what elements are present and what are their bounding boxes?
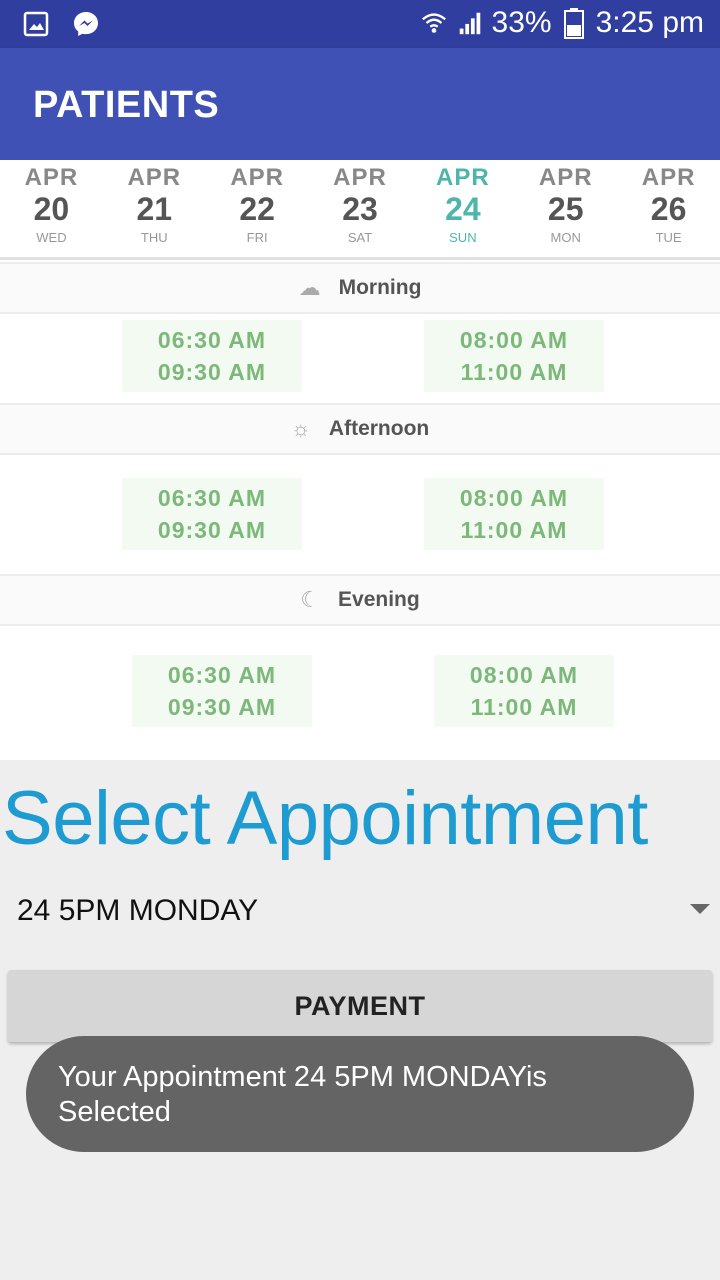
signal-icon <box>456 9 484 37</box>
date-day: 23 <box>342 191 378 227</box>
spinner-value: 24 5PM MONDAY <box>17 894 259 927</box>
sun-icon: ☼ <box>290 416 311 441</box>
period-label: Morning <box>338 276 422 299</box>
date-day: 21 <box>136 191 173 227</box>
app-bar: PATIENTS <box>0 48 720 160</box>
time-slot[interactable]: 08:00 AM 11:00 AM <box>424 478 604 550</box>
time-slot[interactable]: 08:00 AM 11:00 AM <box>424 320 604 392</box>
wifi-icon <box>420 9 448 37</box>
date-weekday: SAT <box>347 230 373 245</box>
period-header-afternoon: ☼ Afternoon <box>0 403 720 455</box>
date-cell[interactable]: APR 20 WED <box>0 160 103 257</box>
app-title: PATIENTS <box>33 84 220 126</box>
time-slot[interactable]: 06:30 AM 09:30 AM <box>122 320 302 392</box>
date-day: 20 <box>33 191 70 227</box>
period-label: Evening <box>338 588 420 611</box>
date-day: 24 <box>445 191 481 227</box>
slots-afternoon: 06:30 AM 09:30 AM 08:00 AM 11:00 AM <box>0 478 720 578</box>
date-day: 25 <box>547 191 584 227</box>
gallery-icon <box>22 10 50 38</box>
date-month: APR <box>641 164 696 191</box>
date-day: 22 <box>239 191 275 227</box>
date-weekday: FRI <box>246 230 268 245</box>
messenger-icon <box>72 10 100 38</box>
date-strip: APR 20 WED APR 21 THU APR 22 FRI APR 23 SAT APR 24 SUN… <box>0 160 720 260</box>
date-weekday: TUE <box>655 230 682 245</box>
appointment-spinner[interactable]: 24 5PM MONDAY <box>0 880 720 944</box>
date-month: APR <box>230 164 284 191</box>
date-weekday: SUN <box>449 230 477 245</box>
sunrise-icon: ☁ <box>298 275 321 300</box>
select-appointment-title: Select Appointment <box>2 776 648 861</box>
time-slot[interactable]: 06:30 AM 09:30 AM <box>122 478 302 550</box>
date-day: 26 <box>650 191 687 227</box>
date-weekday: WED <box>36 230 67 245</box>
status-bar: 33% 3:25 pm <box>0 0 720 48</box>
date-month: APR <box>127 164 182 191</box>
toast-message: Your Appointment 24 5PM MONDAYis Selecte… <box>26 1036 694 1152</box>
date-month: APR <box>24 164 79 191</box>
period-header-morning: ☁ Morning <box>0 262 720 314</box>
period-label: Afternoon <box>328 417 430 440</box>
period-header-evening: ☾ Evening <box>0 574 720 626</box>
date-cell[interactable]: APR 22 FRI <box>206 160 309 257</box>
date-cell[interactable]: APR 24 SUN <box>411 160 514 257</box>
payment-button[interactable]: PAYMENT <box>8 970 712 1042</box>
battery-icon <box>560 8 588 39</box>
schedule-image: APR 20 WED APR 21 THU APR 22 FRI APR 23 SAT APR 24 SUN… <box>0 160 720 760</box>
time-slot[interactable]: 06:30 AM 09:30 AM <box>132 655 312 727</box>
date-cell[interactable]: APR 25 MON <box>514 160 617 257</box>
time-slot[interactable]: 08:00 AM 11:00 AM <box>434 655 614 727</box>
date-weekday: THU <box>140 230 168 245</box>
battery-percent: 33% <box>491 6 552 39</box>
dropdown-arrow-icon[interactable] <box>690 904 710 914</box>
status-time: 3:25 pm <box>595 6 704 39</box>
date-cell[interactable]: APR 21 THU <box>103 160 206 257</box>
moon-icon: ☾ <box>300 587 321 612</box>
date-month: APR <box>538 164 593 191</box>
date-month: APR <box>333 164 387 191</box>
date-month: APR <box>436 164 490 191</box>
date-cell[interactable]: APR 26 TUE <box>617 160 720 257</box>
date-weekday: MON <box>550 230 581 245</box>
date-cell[interactable]: APR 23 SAT <box>309 160 412 257</box>
slots-evening: 06:30 AM 09:30 AM 08:00 AM 11:00 AM <box>0 655 720 755</box>
